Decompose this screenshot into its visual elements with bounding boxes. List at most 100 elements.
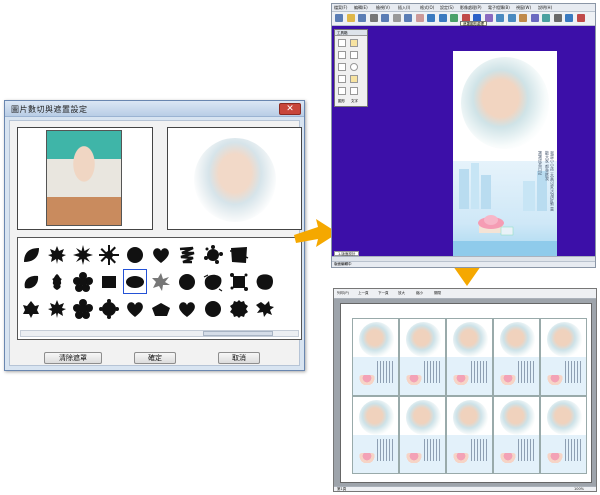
- mask-shape-rough-circle-icon[interactable]: [226, 295, 252, 322]
- menu-item[interactable]: 說明(H): [538, 5, 552, 11]
- flip-icon[interactable]: [507, 14, 516, 22]
- mini-baby-photo: [547, 322, 582, 357]
- crop-selection[interactable]: [46, 130, 122, 226]
- menu-item[interactable]: 設定(S): [440, 5, 454, 11]
- close-button[interactable]: ✕: [279, 103, 301, 115]
- zoom-icon[interactable]: [553, 14, 562, 22]
- dialog-title-bar[interactable]: 圖片數切與遮置設定 ✕: [5, 101, 304, 117]
- printed-card: [540, 318, 587, 396]
- mask-shape-heart-icon[interactable]: [122, 295, 148, 322]
- mask-shape-pentagon-icon[interactable]: [148, 295, 174, 322]
- help-icon[interactable]: [565, 14, 573, 22]
- mini-poem-text: [518, 361, 536, 383]
- mini-cake-icon: [453, 375, 469, 385]
- text-tool-icon[interactable]: [338, 87, 346, 95]
- baby-photo[interactable]: [461, 57, 549, 149]
- paste-icon[interactable]: [415, 14, 424, 22]
- mask-shape-square-icon[interactable]: [96, 268, 122, 295]
- cancel-button[interactable]: 取消: [218, 352, 260, 364]
- new-icon[interactable]: [335, 14, 343, 22]
- mask-shape-cog-blob-icon[interactable]: [96, 295, 122, 322]
- mask-shape-circle-icon[interactable]: [200, 295, 226, 322]
- mini-baby-photo: [453, 400, 488, 435]
- mask-shape-ivy-leaf-icon[interactable]: [18, 295, 44, 322]
- scrollbar-thumb[interactable]: [203, 331, 273, 336]
- mask-shape-circle-icon[interactable]: [122, 241, 148, 268]
- mask-shape-star-burst-icon[interactable]: [148, 268, 174, 295]
- mask-shape-grunge-square-icon[interactable]: [226, 241, 252, 268]
- mask-shape-splatter-square-icon[interactable]: [226, 268, 252, 295]
- menu-item[interactable]: 插入(I): [398, 5, 410, 11]
- mask-shape-heart-icon[interactable]: [148, 241, 174, 268]
- redo-icon[interactable]: [438, 14, 447, 22]
- mask-shape-brush-blob-icon[interactable]: [200, 268, 226, 295]
- menu-item[interactable]: 檔案(F): [334, 5, 347, 11]
- preview-icon[interactable]: [381, 14, 389, 22]
- mask-shape-heart-icon[interactable]: [174, 295, 200, 322]
- pen-tool-icon[interactable]: [338, 63, 346, 71]
- clear-mask-button[interactable]: 清除遮罩: [44, 352, 102, 364]
- ok-button[interactable]: 確定: [134, 352, 176, 364]
- greeting-card[interactable]: 我是小小孩 天真可愛 活潑好動 喜歡大家 都來疼我 寶寶成長日記: [453, 51, 557, 265]
- mask-shape-circle-icon[interactable]: [174, 268, 200, 295]
- shape-panel-scrollbar[interactable]: [20, 330, 299, 337]
- card-editor-window: 檔案(F) 編輯(E) 檢視(V) 插入(I) 格式(O) 設定(S) 影像處理(P) 電子相…: [331, 3, 596, 268]
- mask-shape-maple-icon[interactable]: [44, 241, 70, 268]
- menu-item[interactable]: 格式(O): [420, 5, 434, 11]
- mini-cake-icon: [547, 375, 563, 385]
- mask-shape-maple-icon[interactable]: [44, 295, 70, 322]
- effect-icon[interactable]: [530, 14, 539, 22]
- image-tool-icon[interactable]: [350, 75, 358, 83]
- mini-cake-icon: [547, 453, 563, 463]
- mask-shape-spiky-burst-icon[interactable]: [70, 241, 96, 268]
- save-icon[interactable]: [358, 14, 366, 22]
- brush-tool-icon[interactable]: [338, 51, 346, 59]
- cut-icon[interactable]: [392, 14, 401, 22]
- mask-shape-splatter-icon[interactable]: [252, 295, 278, 322]
- undo-icon[interactable]: [427, 14, 435, 22]
- mini-cake-icon: [500, 375, 516, 385]
- frame-icon[interactable]: [519, 14, 527, 22]
- tool-palette: 工具箱 圖形 文字: [334, 29, 368, 107]
- zoom-indicator: 100%: [573, 487, 584, 491]
- menu-item[interactable]: 檢視(V): [376, 5, 390, 11]
- preview-toolbar-item[interactable]: 關閉: [434, 291, 441, 296]
- card-grid: [352, 318, 587, 474]
- preview-toolbar-item[interactable]: 列印(P): [337, 291, 349, 296]
- mask-shape-round-leaf-icon[interactable]: [18, 268, 44, 295]
- menu-item[interactable]: 編輯(E): [354, 5, 368, 11]
- mask-shape-oak-leaf-icon[interactable]: [44, 268, 70, 295]
- menu-item[interactable]: 電子相簿(B): [488, 5, 510, 11]
- preview-toolbar-item[interactable]: 縮小: [416, 291, 423, 296]
- exit-icon[interactable]: [576, 14, 585, 22]
- select-tool-icon[interactable]: [338, 39, 346, 47]
- album-icon[interactable]: [542, 14, 550, 22]
- mask-shape-scribble-icon[interactable]: [174, 241, 200, 268]
- rect-tool-icon[interactable]: [350, 51, 358, 59]
- mask-shape-grunge-blob-icon[interactable]: [252, 268, 278, 295]
- mask-shape-snowflake-icon[interactable]: [96, 241, 122, 268]
- mask-shape-splatter-flower-icon[interactable]: [200, 241, 226, 268]
- ellipse-tool-icon[interactable]: [350, 63, 358, 71]
- mask-shape-flower-icon[interactable]: [70, 268, 96, 295]
- preview-toolbar-item[interactable]: 放大: [398, 291, 405, 296]
- open-icon[interactable]: [346, 14, 355, 22]
- rotate-icon[interactable]: [496, 14, 504, 22]
- menu-bar: 檔案(F) 編輯(E) 檢視(V) 插入(I) 格式(O) 設定(S) 影像處理(P) 電子相…: [332, 4, 595, 12]
- workspace-canvas[interactable]: 工具箱 圖形 文字 我是小小孩 天真可愛 活潑好動 喜歡大家 都來疼我 寶寶成長…: [332, 26, 595, 265]
- menu-item[interactable]: 影像處理(P): [460, 5, 482, 11]
- line-tool-icon[interactable]: [338, 75, 346, 83]
- mini-poem-text: [471, 361, 489, 383]
- mask-shape-ellipse-icon[interactable]: [122, 268, 148, 295]
- mask-shape-flower-icon[interactable]: [70, 295, 96, 322]
- paint-tool-icon[interactable]: [350, 39, 358, 47]
- card-poem[interactable]: 我是小小孩 天真可愛 活潑好動 喜歡大家 都來疼我 寶寶成長日記: [505, 151, 555, 211]
- copy-icon[interactable]: [404, 14, 412, 22]
- preview-toolbar-item[interactable]: 下一頁: [378, 291, 389, 296]
- mask-shape-leaf-icon[interactable]: [18, 241, 44, 268]
- menu-item[interactable]: 視窗(W): [516, 5, 531, 11]
- zoom-tool-icon[interactable]: [350, 87, 358, 95]
- preview-toolbar-item[interactable]: 上一頁: [358, 291, 369, 296]
- print-icon[interactable]: [369, 14, 378, 22]
- image-icon[interactable]: [450, 14, 458, 22]
